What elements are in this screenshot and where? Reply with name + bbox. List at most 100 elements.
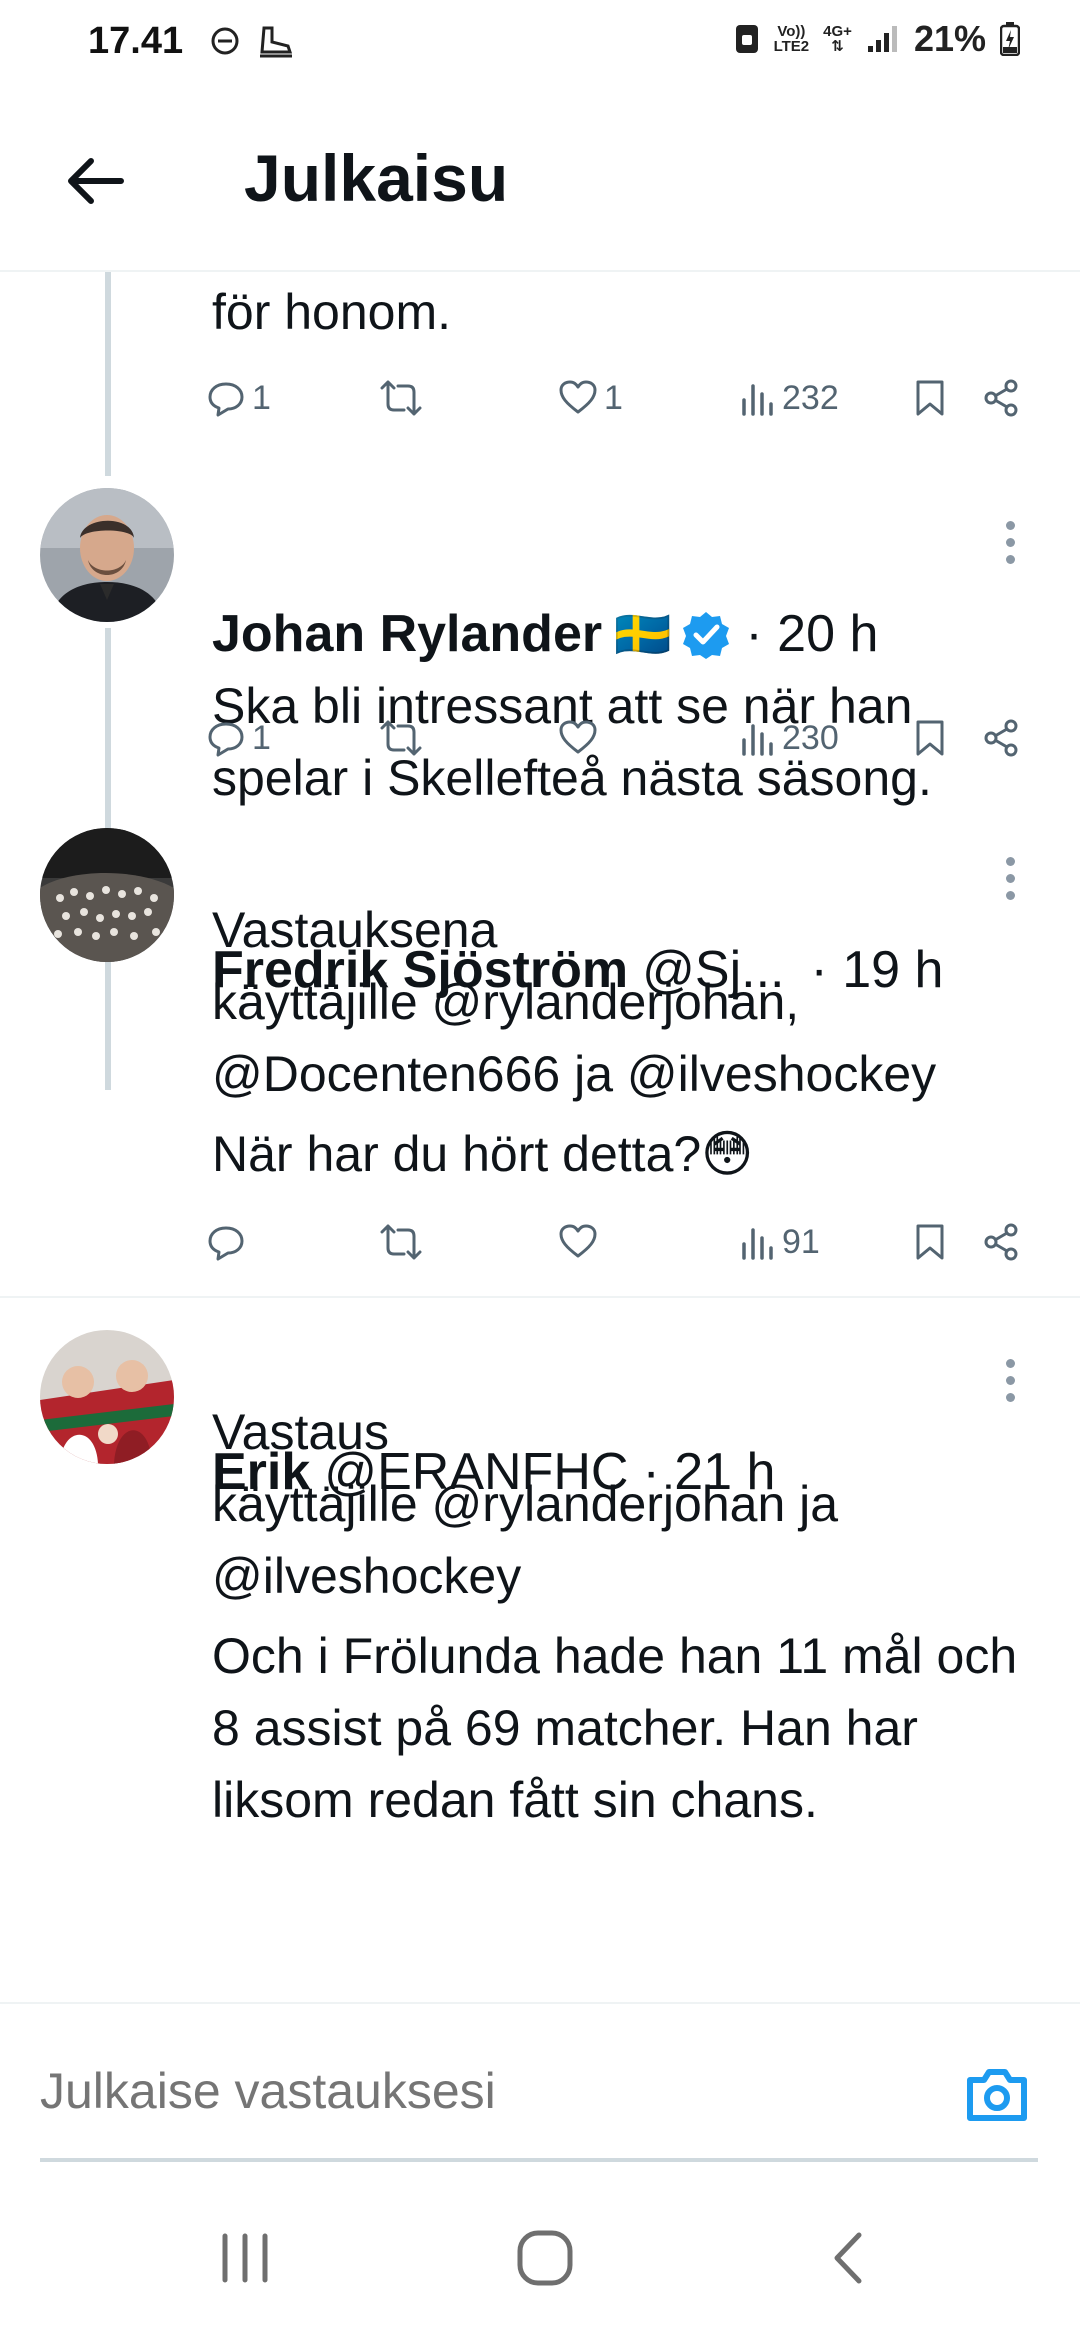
status-right: Vo)) LTE2 4G+ ⇅ 21%: [734, 18, 1020, 60]
reply-icon: [208, 722, 244, 757]
post-actions: 1 1 232: [206, 378, 1026, 428]
arrow-left-icon: [68, 158, 124, 204]
reply-icon: [208, 1226, 244, 1261]
post-time: · 20 h: [745, 605, 879, 663]
views-icon: [742, 384, 773, 416]
camera-button[interactable]: [962, 2060, 1032, 2130]
view-count: 230: [782, 718, 839, 757]
post-header: Johan Rylander 🇸🇪 · 20 h: [212, 598, 878, 670]
post-text: Och i Frölunda hade han 11 mål och 8 ass…: [212, 1628, 1018, 1828]
reply-count: 1: [252, 378, 271, 417]
dot: [1005, 1375, 1015, 1385]
top-app-bar: Julkaisu: [0, 90, 1080, 272]
dot: [1005, 873, 1015, 883]
reply-recipients[interactable]: käyttäjille @rylanderjohan,: [212, 966, 1042, 1038]
reply-composer: [0, 2002, 1080, 2178]
divider: [0, 1296, 1080, 1298]
network-label: Vo)) LTE2: [773, 23, 810, 55]
reply-recipients[interactable]: käyttäjille @rylanderjohan ja: [212, 1468, 1042, 1540]
recent-apps-button[interactable]: [200, 2218, 290, 2298]
status-left-icons: [210, 24, 294, 58]
skate-icon: [260, 26, 293, 58]
recent-apps-icon: [222, 2233, 268, 2283]
repost-button[interactable]: [380, 718, 428, 758]
repost-button[interactable]: [380, 378, 428, 418]
share-button[interactable]: [982, 718, 1020, 758]
reply-intro: Vastaus: [212, 1404, 389, 1460]
bookmark-button[interactable]: [914, 718, 946, 758]
repost-button[interactable]: [380, 1222, 428, 1262]
post-actions: 91: [206, 1222, 1026, 1272]
dot: [1005, 537, 1015, 547]
reply-input[interactable]: [40, 2062, 900, 2120]
home-button[interactable]: [500, 2218, 590, 2298]
chevron-left-icon: [834, 2232, 862, 2284]
dot: [1005, 554, 1015, 564]
heart-icon: [559, 380, 597, 414]
avatar-image: [40, 488, 174, 622]
avatar[interactable]: [40, 1330, 174, 1464]
heart-icon: [559, 720, 597, 754]
heart-icon: [559, 1224, 597, 1258]
system-navigation-bar: [0, 2178, 1080, 2340]
bookmark-button[interactable]: [914, 1222, 946, 1262]
views-button[interactable]: 91: [740, 1222, 820, 1262]
battery-charging-icon: [1000, 22, 1020, 56]
views-icon: [742, 724, 773, 756]
reply-button[interactable]: 1: [206, 718, 271, 758]
post-thread[interactable]: för honom. 1 1 232 Johan Rylander 🇸🇪 · 2…: [0, 272, 1080, 2002]
page-title: Julkaisu: [244, 141, 509, 215]
do-not-disturb-icon: [211, 27, 239, 55]
views-button[interactable]: 232: [740, 378, 839, 418]
signal-icon: [867, 26, 897, 52]
thread-line: [105, 272, 111, 476]
reply-icon: [208, 382, 244, 417]
like-button[interactable]: 1: [558, 378, 623, 418]
camera-icon: [967, 2069, 1027, 2121]
like-count: 1: [604, 378, 623, 417]
more-options-button[interactable]: [990, 512, 1030, 572]
repost-icon: [380, 380, 422, 416]
dot: [1005, 1358, 1015, 1368]
avatar-image: [40, 1330, 174, 1464]
flag-emoji: 🇸🇪: [614, 608, 672, 660]
dot: [1005, 856, 1015, 866]
avatar[interactable]: [40, 488, 174, 622]
bookmark-icon: [916, 720, 944, 756]
views-icon: [742, 1228, 773, 1260]
views-button[interactable]: 230: [740, 718, 839, 758]
reply-recipients-2[interactable]: @ilveshockey: [212, 1540, 1042, 1612]
view-count: 91: [782, 1222, 820, 1261]
like-button[interactable]: [558, 718, 604, 758]
home-icon: [517, 2230, 573, 2286]
author-name[interactable]: Johan Rylander: [212, 598, 602, 670]
share-icon: [984, 379, 1018, 417]
repost-icon: [380, 720, 422, 756]
dot: [1005, 520, 1015, 530]
post-text: för honom.: [212, 284, 452, 340]
lock-app-icon: [735, 25, 758, 53]
like-button[interactable]: [558, 1222, 604, 1262]
battery-percent: 21%: [913, 18, 986, 59]
avatar-image: [40, 828, 174, 962]
back-nav-button[interactable]: [802, 2218, 892, 2298]
reply-button[interactable]: 1: [206, 378, 271, 418]
reply-input-underline: [40, 2158, 1038, 2162]
view-count: 232: [782, 378, 839, 417]
post-text: När har du hört detta?😳: [212, 1126, 754, 1182]
bookmark-icon: [916, 380, 944, 416]
share-button[interactable]: [982, 1222, 1020, 1262]
bookmark-button[interactable]: [914, 378, 946, 418]
data-arrows-icon: ⇅: [831, 38, 844, 55]
status-bar: 17.41 Vo)) LTE2 4G+ ⇅ 21%: [0, 0, 1080, 90]
avatar[interactable]: [40, 828, 174, 962]
reply-intro: Vastauksena: [212, 902, 498, 958]
back-button[interactable]: [56, 142, 134, 220]
share-button[interactable]: [982, 378, 1020, 418]
share-icon: [984, 719, 1018, 757]
data-type-label: 4G+ ⇅: [823, 23, 852, 55]
reply-recipients-2[interactable]: @Docenten666 ja @ilveshockey: [212, 1038, 1042, 1110]
share-icon: [984, 1223, 1018, 1261]
verified-badge-icon: [683, 612, 730, 659]
reply-button[interactable]: [206, 1222, 252, 1262]
